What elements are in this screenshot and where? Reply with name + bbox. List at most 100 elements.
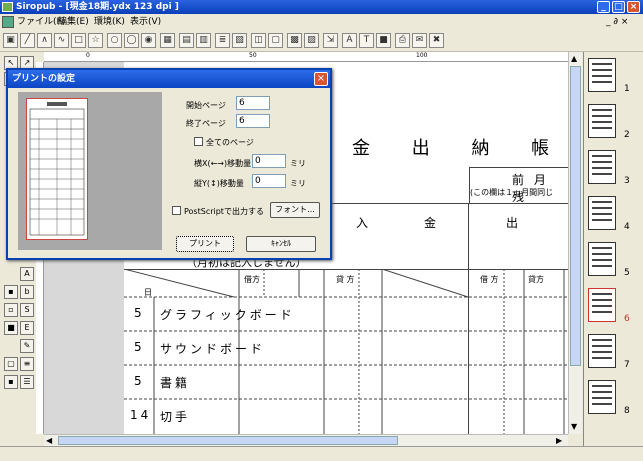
y-offset-label: 縦Y(↕)移動量: [194, 179, 244, 188]
font-button[interactable]: フォント...: [270, 202, 320, 218]
tool-stripes-icon[interactable]: ≡: [20, 357, 34, 371]
print-settings-dialog: プリントの設定 × 開始ページ 6 終了ページ 6 全てのページ 横X(←→)移…: [6, 68, 332, 260]
tool-color-icon[interactable]: ▪: [4, 285, 18, 299]
table-row[interactable]: 5 サウンドボード: [124, 331, 568, 365]
col-amount: 金: [424, 216, 440, 230]
tool-layers-icon[interactable]: ☰: [20, 375, 34, 389]
table-row[interactable]: 5 グラフィックボード: [124, 297, 568, 331]
ruler-number: 0: [86, 52, 90, 59]
row-desc: 書籍: [160, 376, 191, 390]
start-page-label: 開始ページ: [186, 101, 226, 110]
thumb-number: 1: [624, 84, 630, 94]
end-page-input[interactable]: 6: [236, 114, 270, 128]
scroll-thumb[interactable]: [570, 66, 581, 366]
tool-font-icon[interactable]: A: [342, 33, 357, 48]
tool-select-icon[interactable]: ▣: [3, 33, 18, 48]
cancel-button[interactable]: ｷｬﾝｾﾙ: [246, 236, 316, 252]
tool-brush-icon[interactable]: ✎: [20, 339, 34, 353]
tool-text-e-icon[interactable]: E: [20, 321, 34, 335]
tool-curve-icon[interactable]: ∿: [54, 33, 69, 48]
tool-text-s-icon[interactable]: S: [20, 303, 34, 317]
page-thumbnail[interactable]: [588, 196, 616, 230]
tool-ellipse-icon[interactable]: ◯: [124, 33, 139, 48]
print-button[interactable]: プリント: [176, 236, 234, 252]
thumb-number: 2: [624, 130, 630, 140]
tool-rect-icon[interactable]: □: [71, 33, 86, 48]
tool-fill-icon[interactable]: ◉: [141, 33, 156, 48]
page-thumbnail[interactable]: [588, 380, 616, 414]
window-title: Siropub - [現金18期.ydx 123 dpi ]: [16, 2, 179, 12]
scroll-thumb[interactable]: [58, 436, 398, 445]
scroll-left-icon[interactable]: ◀: [46, 436, 52, 445]
page-thumbnail[interactable]: [588, 58, 616, 92]
table-row[interactable]: 14 切手: [124, 399, 568, 433]
thumb-number: 8: [624, 406, 630, 416]
tool-image-icon[interactable]: ▨: [304, 33, 319, 48]
dialog-title-bar[interactable]: プリントの設定: [8, 70, 330, 88]
tool-list-icon[interactable]: ≣: [215, 33, 230, 48]
scroll-up-icon[interactable]: ▲: [571, 54, 577, 63]
tool-text-a-icon[interactable]: A: [20, 267, 34, 281]
all-pages-label: 全てのページ: [206, 138, 254, 147]
horizontal-scrollbar[interactable]: ◀ ▶: [44, 434, 568, 446]
close-button[interactable]: ×: [627, 1, 640, 13]
tool-grid-icon[interactable]: ▦: [160, 33, 175, 48]
table-row[interactable]: 5 書籍: [124, 365, 568, 399]
tool-dot-icon[interactable]: ▪: [4, 375, 18, 389]
x-offset-label: 横X(←→)移動量: [194, 159, 252, 168]
start-page-input[interactable]: 6: [236, 96, 270, 110]
row-day: 5: [134, 374, 145, 388]
tool-email-icon[interactable]: ✉: [412, 33, 427, 48]
tool-border-icon[interactable]: ▢: [4, 357, 18, 371]
tool-box-icon[interactable]: ■: [376, 33, 391, 48]
menu-view[interactable]: 表示(V): [130, 14, 161, 30]
row-desc: 切手: [160, 410, 191, 424]
tool-circle-icon[interactable]: ○: [107, 33, 122, 48]
page-thumbnail-current[interactable]: [588, 288, 616, 322]
tool-text-b-icon[interactable]: b: [20, 285, 34, 299]
all-pages-checkbox[interactable]: [194, 137, 203, 146]
ruler-number: 50: [249, 52, 257, 59]
y-offset-input[interactable]: 0: [252, 174, 286, 188]
tool-line-icon[interactable]: ╱: [20, 33, 35, 48]
tool-move-icon[interactable]: ⇲: [323, 33, 338, 48]
vertical-scrollbar[interactable]: ▲ ▼: [568, 52, 582, 434]
tool-table-icon[interactable]: ▤: [179, 33, 194, 48]
minimize-button[interactable]: _: [597, 1, 610, 13]
menu-edit[interactable]: 編集(E): [58, 14, 89, 30]
tool-square-icon[interactable]: ▫: [4, 303, 18, 317]
menu-environment[interactable]: 環境(K): [94, 14, 125, 30]
tool-star-icon[interactable]: ☆: [88, 33, 103, 48]
x-offset-input[interactable]: 0: [252, 154, 286, 168]
page-thumbnail[interactable]: [588, 104, 616, 138]
tool-chart-icon[interactable]: ▩: [287, 33, 302, 48]
app-icon: [2, 2, 13, 12]
tool-window-icon[interactable]: ▢: [268, 33, 283, 48]
thumb-number-current: 6: [624, 314, 630, 324]
tool-frame-icon[interactable]: ◫: [251, 33, 266, 48]
tool-text-icon[interactable]: T: [359, 33, 374, 48]
tool-columns-icon[interactable]: ▥: [196, 33, 211, 48]
tool-polyline-icon[interactable]: ∧: [37, 33, 52, 48]
y-offset-unit: ミリ: [290, 179, 306, 188]
ruler-number: 100: [416, 52, 428, 59]
tool-fill-square-icon[interactable]: ■: [4, 321, 18, 335]
dialog-title: プリントの設定: [12, 74, 76, 84]
row-day: 5: [134, 306, 145, 320]
thumb-number: 7: [624, 360, 630, 370]
preview-page: [26, 98, 88, 240]
tool-stop-icon[interactable]: ✖: [429, 33, 444, 48]
postscript-checkbox[interactable]: [172, 206, 181, 215]
prev-month-note: (この欄は１ヵ月間同じ: [470, 188, 554, 197]
tool-print-icon[interactable]: ⎙: [395, 33, 410, 48]
mdi-controls[interactable]: _ ∂ ×: [606, 14, 628, 30]
page-thumbnail[interactable]: [588, 242, 616, 276]
dialog-close-icon[interactable]: ×: [314, 72, 328, 86]
page-thumbnail[interactable]: [588, 150, 616, 184]
tool-layout-icon[interactable]: ▧: [232, 33, 247, 48]
scroll-down-icon[interactable]: ▼: [571, 422, 577, 431]
status-bar: [0, 446, 643, 461]
page-thumbnail[interactable]: [588, 334, 616, 368]
scroll-right-icon[interactable]: ▶: [556, 436, 562, 445]
maximize-button[interactable]: □: [612, 1, 625, 13]
